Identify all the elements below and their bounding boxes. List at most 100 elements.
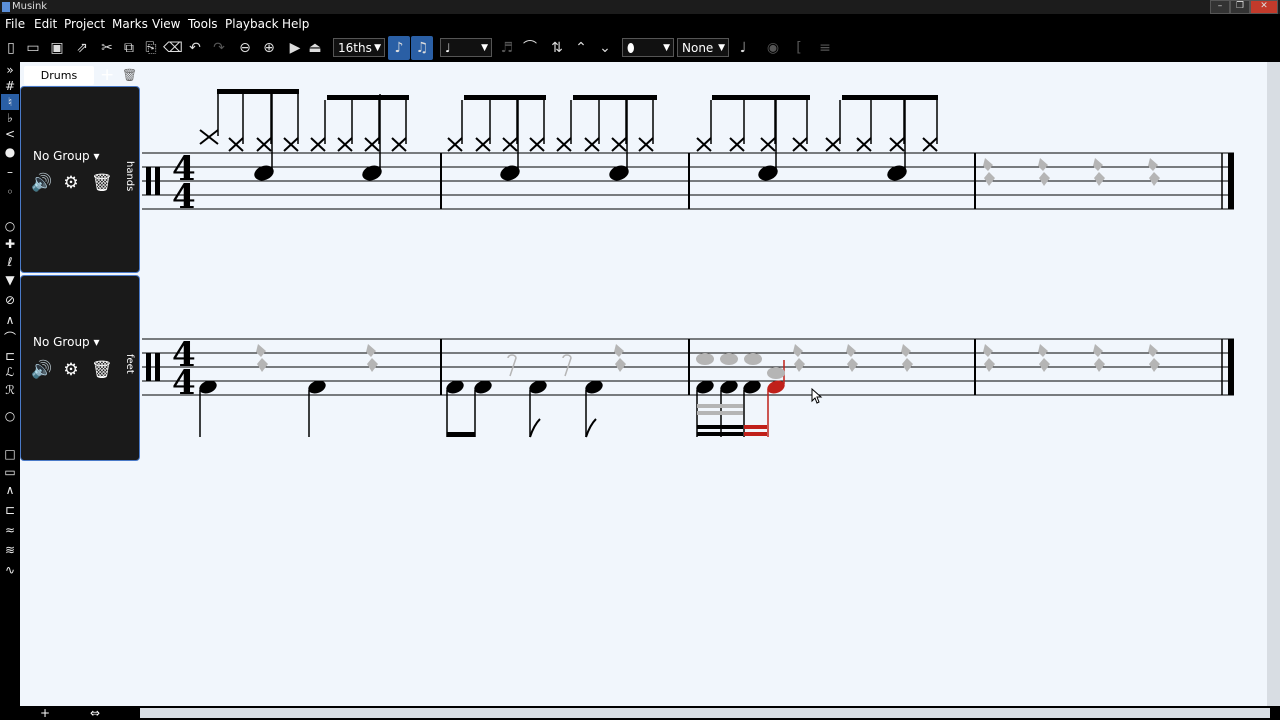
paste-icon[interactable]: ⎘ xyxy=(140,36,162,60)
add-page-button[interactable]: + xyxy=(40,706,50,720)
tool-breath-icon[interactable]: ◦ xyxy=(1,184,19,200)
kick-note[interactable] xyxy=(444,378,465,437)
hands-notes[interactable] xyxy=(199,89,938,182)
hihat-note[interactable] xyxy=(337,100,353,152)
menu-marks[interactable]: Marks xyxy=(112,14,148,34)
tool-pedal-icon[interactable]: ⊏ xyxy=(1,502,19,518)
export-icon[interactable]: ⇗ xyxy=(71,36,93,60)
gear-icon[interactable]: ⚙ xyxy=(61,360,81,380)
resize-icon[interactable]: ⇔ xyxy=(90,706,100,720)
menu-tools[interactable]: Tools xyxy=(188,14,218,34)
zoom-out-icon[interactable]: ⊖ xyxy=(234,36,256,60)
pitch-down-icon[interactable]: ⌄ xyxy=(594,36,616,60)
speaker-icon[interactable]: 🔊 xyxy=(31,360,52,380)
metronome-icon[interactable]: ⏏ xyxy=(304,36,326,60)
hihat-note[interactable] xyxy=(391,100,407,152)
close-button[interactable]: ✕ xyxy=(1250,0,1278,14)
tool-marcato-icon[interactable]: ∧ xyxy=(1,312,19,328)
kick-note[interactable] xyxy=(306,378,327,437)
horizontal-scrollbar[interactable] xyxy=(140,708,1270,718)
group-dropdown[interactable]: No Group ▾ xyxy=(33,335,100,349)
snare-note[interactable] xyxy=(361,94,382,182)
hihat-note[interactable] xyxy=(256,94,272,152)
tool-ellipse-icon[interactable]: ○ xyxy=(1,408,19,424)
hihat-note[interactable] xyxy=(729,100,745,152)
play-icon[interactable]: ▶ xyxy=(284,36,306,60)
group-dropdown[interactable]: No Group ▾ xyxy=(33,149,100,163)
hihat-note[interactable] xyxy=(825,100,841,152)
minimize-button[interactable]: – xyxy=(1210,0,1230,14)
new-file-icon[interactable]: ▯ xyxy=(0,36,22,60)
menu-help[interactable]: Help xyxy=(282,14,309,34)
articulation-select[interactable]: None ▼ xyxy=(677,38,729,57)
snare-note[interactable] xyxy=(757,100,778,182)
score-canvas[interactable]: 4 4 4 4 xyxy=(20,62,1267,706)
hihat-note[interactable] xyxy=(283,94,299,152)
snare-note[interactable] xyxy=(253,94,274,182)
crash-note[interactable] xyxy=(199,94,219,145)
visibility-icon[interactable]: ◉ xyxy=(762,36,784,60)
bracket-icon[interactable]: [ xyxy=(788,36,810,60)
tool-flam-icon[interactable]: ℓ xyxy=(1,254,19,270)
hihat-note[interactable] xyxy=(447,100,463,152)
menu-view[interactable]: View xyxy=(152,14,180,34)
gear-icon[interactable]: ⚙ xyxy=(61,173,81,193)
vertical-scrollbar[interactable] xyxy=(1267,62,1280,706)
hihat-note[interactable] xyxy=(889,100,905,152)
tool-open-circle-icon[interactable]: ○ xyxy=(1,218,19,234)
snare-note[interactable] xyxy=(608,100,629,182)
snare-note[interactable] xyxy=(886,100,907,182)
input-mode-rhythm-icon[interactable]: ♫ xyxy=(411,36,433,60)
redo-icon[interactable]: ↷ xyxy=(208,36,230,60)
tool-accent-icon[interactable]: ▼ xyxy=(1,272,19,288)
trash-icon[interactable]: 🗑 xyxy=(91,173,113,193)
tool-plus-icon[interactable]: ✚ xyxy=(1,236,19,252)
undo-icon[interactable]: ↶ xyxy=(184,36,206,60)
tool-dash-icon[interactable]: – xyxy=(1,164,19,180)
hihat-note[interactable] xyxy=(475,100,491,152)
list-icon[interactable]: ≡ xyxy=(814,36,836,60)
kick-note[interactable] xyxy=(472,378,493,437)
hihat-note[interactable] xyxy=(792,100,808,152)
menu-playback[interactable]: Playback xyxy=(225,14,279,34)
delete-icon[interactable]: ⌫ xyxy=(162,36,184,60)
save-icon[interactable]: ▣ xyxy=(46,36,68,60)
tool-box-icon[interactable]: ▭ xyxy=(1,464,19,480)
hihat-note[interactable] xyxy=(228,94,244,152)
tool-square-icon[interactable]: □ xyxy=(1,446,19,462)
tool-slashed-circle-icon[interactable]: ⊘ xyxy=(1,292,19,308)
duration-select[interactable]: ♩ ▼ xyxy=(440,38,492,57)
tool-bracket-icon[interactable]: ⊏ xyxy=(1,348,19,364)
tool-crescendo-icon[interactable]: < xyxy=(1,126,19,142)
hihat-note[interactable] xyxy=(364,100,380,152)
hihat-note[interactable] xyxy=(529,100,545,152)
menu-edit[interactable]: Edit xyxy=(34,14,57,34)
tool-flat-icon[interactable]: ♭ xyxy=(1,110,19,126)
accent-icon[interactable]: ♩ xyxy=(732,36,754,60)
hihat-note[interactable] xyxy=(856,100,872,152)
score-svg[interactable]: 4 4 4 4 xyxy=(20,62,1267,706)
note-value-select[interactable]: 16ths ▼ xyxy=(333,38,385,57)
menu-project[interactable]: Project xyxy=(64,14,105,34)
trash-icon[interactable]: 🗑 xyxy=(91,360,113,380)
hihat-note[interactable] xyxy=(611,100,627,152)
tool-right-hand-icon[interactable]: ℛ xyxy=(1,382,19,398)
hihat-note[interactable] xyxy=(310,100,326,152)
pitch-up-icon[interactable]: ⌃ xyxy=(570,36,592,60)
tool-bend-icon[interactable]: ⌒ xyxy=(1,330,19,346)
tool-caret-icon[interactable]: ∧ xyxy=(1,482,19,498)
hihat-note[interactable] xyxy=(922,100,938,152)
tab-drums[interactable]: Drums xyxy=(24,66,94,85)
tool-sharp-icon[interactable]: # xyxy=(1,78,19,94)
flip-stem-icon[interactable]: ⇅ xyxy=(546,36,568,60)
tool-expand-icon[interactable]: » xyxy=(1,62,19,78)
tool-trill-icon[interactable]: ≈ xyxy=(1,522,19,538)
tuplet-icon[interactable]: ♬ xyxy=(496,36,518,60)
maximize-button[interactable]: ❐ xyxy=(1230,0,1250,14)
tool-filled-circle-icon[interactable]: ● xyxy=(1,144,19,160)
add-stave-button[interactable]: + xyxy=(100,66,114,85)
notehead-select[interactable]: ⬮ ▼ xyxy=(622,38,674,57)
feet-notes[interactable] xyxy=(197,360,786,438)
hihat-note[interactable] xyxy=(584,100,600,152)
menu-file[interactable]: File xyxy=(5,14,25,34)
